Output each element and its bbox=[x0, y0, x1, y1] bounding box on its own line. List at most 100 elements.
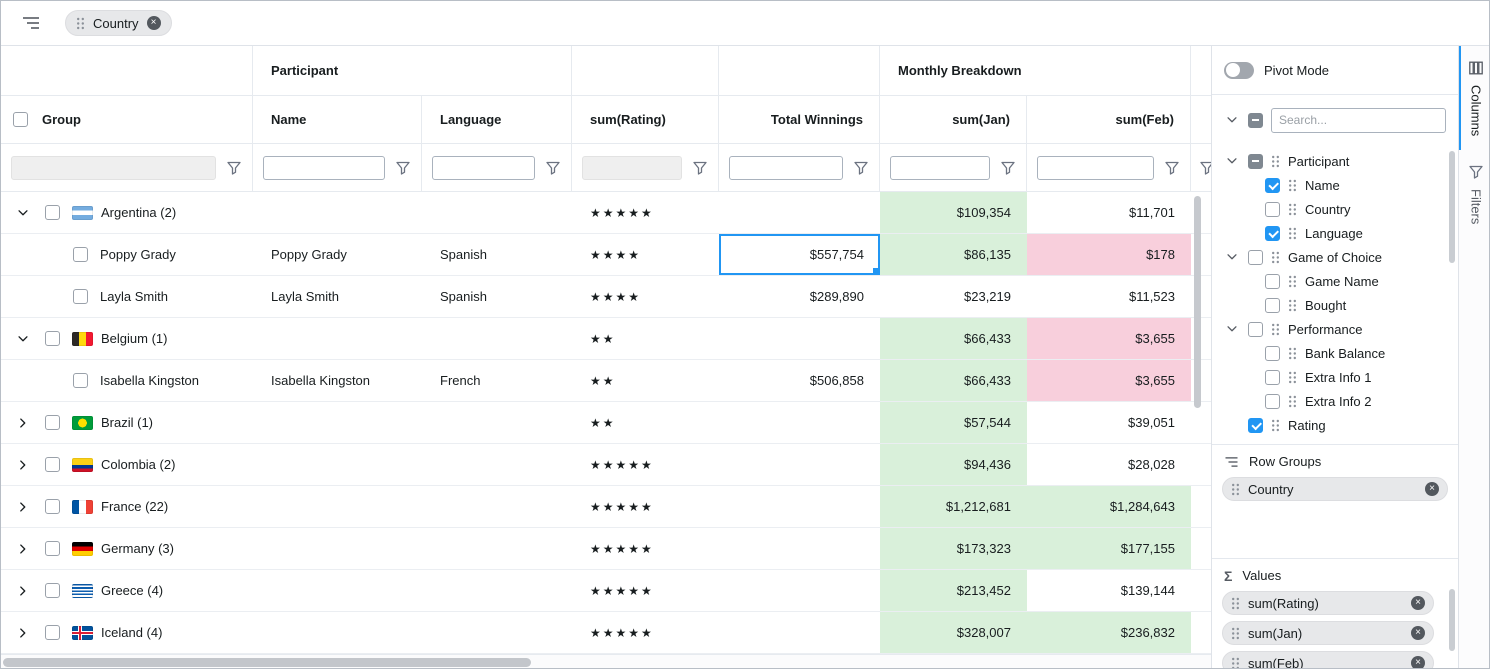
column-item-performance[interactable]: Performance bbox=[1212, 317, 1458, 341]
feb-filter-input[interactable] bbox=[1037, 156, 1154, 180]
column-checkbox[interactable] bbox=[1248, 322, 1263, 337]
row-group-chip[interactable]: Country× bbox=[1222, 477, 1448, 501]
header-sum-rating[interactable]: sum(Rating) bbox=[572, 96, 719, 143]
header-group[interactable]: Group bbox=[1, 96, 253, 143]
column-item-participant[interactable]: Participant bbox=[1212, 149, 1458, 173]
total-winnings-cell[interactable]: $506,858 bbox=[719, 360, 880, 401]
language-cell[interactable] bbox=[422, 192, 572, 233]
table-row[interactable]: Layla SmithLayla SmithSpanish★★★★$289,89… bbox=[1, 276, 1211, 318]
vertical-scrollbar-thumb[interactable] bbox=[1194, 196, 1201, 408]
remove-icon[interactable]: × bbox=[1411, 656, 1425, 669]
name-filter-input[interactable] bbox=[263, 156, 385, 180]
column-item-name[interactable]: Name bbox=[1212, 173, 1458, 197]
name-cell[interactable] bbox=[253, 402, 422, 443]
total-winnings-cell[interactable] bbox=[719, 402, 880, 443]
filter-icon[interactable] bbox=[853, 160, 869, 176]
table-row[interactable]: Greece (4)★★★★★$213,452$139,144 bbox=[1, 570, 1211, 612]
drag-grip-icon[interactable] bbox=[1231, 627, 1240, 640]
total-winnings-cell[interactable] bbox=[719, 192, 880, 233]
name-cell[interactable] bbox=[253, 192, 422, 233]
group-cell[interactable]: Argentina (2) bbox=[1, 192, 253, 233]
sum-feb-cell[interactable]: $3,655 bbox=[1027, 318, 1191, 359]
group-cell[interactable]: Germany (3) bbox=[1, 528, 253, 569]
value-chip[interactable]: sum(Feb)× bbox=[1222, 651, 1434, 669]
sum-jan-cell[interactable]: $94,436 bbox=[880, 444, 1027, 485]
tab-filters[interactable]: Filters bbox=[1459, 150, 1490, 238]
filter-icon[interactable] bbox=[545, 160, 561, 176]
group-cell[interactable]: Brazil (1) bbox=[1, 402, 253, 443]
column-checkbox[interactable] bbox=[1265, 226, 1280, 241]
name-cell[interactable]: Isabella Kingston bbox=[253, 360, 422, 401]
chevron-down-icon[interactable] bbox=[1224, 153, 1240, 169]
sum-jan-cell[interactable]: $213,452 bbox=[880, 570, 1027, 611]
language-cell[interactable] bbox=[422, 444, 572, 485]
row-checkbox[interactable] bbox=[73, 247, 88, 262]
sum-feb-cell[interactable]: $11,523 bbox=[1027, 276, 1191, 317]
total-winnings-cell[interactable] bbox=[719, 444, 880, 485]
horizontal-scrollbar-thumb[interactable] bbox=[3, 658, 531, 667]
select-all-columns-checkbox[interactable] bbox=[1248, 113, 1263, 128]
drag-grip-icon[interactable] bbox=[76, 17, 85, 30]
chevron-down-icon[interactable] bbox=[15, 331, 31, 347]
row-checkbox[interactable] bbox=[45, 415, 60, 430]
group-cell[interactable]: Colombia (2) bbox=[1, 444, 253, 485]
drag-grip-icon[interactable] bbox=[1271, 419, 1280, 432]
rating-stars-cell[interactable]: ★★★★ bbox=[572, 276, 719, 317]
drag-grip-icon[interactable] bbox=[1271, 323, 1280, 336]
row-checkbox[interactable] bbox=[45, 541, 60, 556]
drag-grip-icon[interactable] bbox=[1231, 483, 1240, 496]
column-item-extra-info-2[interactable]: Extra Info 2 bbox=[1212, 389, 1458, 413]
header-language[interactable]: Language bbox=[422, 96, 572, 143]
total-winnings-cell[interactable] bbox=[719, 528, 880, 569]
sum-feb-cell[interactable]: $177,155 bbox=[1027, 528, 1191, 569]
chevron-right-icon[interactable] bbox=[15, 415, 31, 431]
total-winnings-cell[interactable]: $289,890 bbox=[719, 276, 880, 317]
remove-icon[interactable]: × bbox=[1425, 482, 1439, 496]
remove-icon[interactable]: × bbox=[1411, 626, 1425, 640]
column-checkbox[interactable] bbox=[1248, 154, 1263, 169]
row-group-chip-country[interactable]: Country × bbox=[65, 10, 172, 36]
drag-grip-icon[interactable] bbox=[1271, 155, 1280, 168]
header-sum-jan[interactable]: sum(Jan) bbox=[880, 96, 1027, 143]
column-checkbox[interactable] bbox=[1265, 274, 1280, 289]
filter-icon[interactable] bbox=[692, 160, 708, 176]
sum-feb-cell[interactable]: $11,701 bbox=[1027, 192, 1191, 233]
column-item-country[interactable]: Country bbox=[1212, 197, 1458, 221]
drag-grip-icon[interactable] bbox=[1288, 203, 1297, 216]
value-chip[interactable]: sum(Jan)× bbox=[1222, 621, 1434, 645]
language-filter-input[interactable] bbox=[432, 156, 535, 180]
sum-jan-cell[interactable]: $86,135 bbox=[880, 234, 1027, 275]
drag-grip-icon[interactable] bbox=[1288, 347, 1297, 360]
drag-grip-icon[interactable] bbox=[1288, 371, 1297, 384]
rating-stars-cell[interactable]: ★★★★★ bbox=[572, 486, 719, 527]
row-checkbox[interactable] bbox=[45, 625, 60, 640]
group-cell[interactable]: Isabella Kingston bbox=[1, 360, 253, 401]
rating-stars-cell[interactable]: ★★★★★ bbox=[572, 528, 719, 569]
filter-icon[interactable] bbox=[226, 160, 242, 176]
chevron-down-icon[interactable] bbox=[1224, 321, 1240, 337]
chevron-right-icon[interactable] bbox=[15, 583, 31, 599]
rating-stars-cell[interactable]: ★★★★★ bbox=[572, 570, 719, 611]
winnings-filter-input[interactable] bbox=[729, 156, 843, 180]
group-cell[interactable]: Belgium (1) bbox=[1, 318, 253, 359]
rating-stars-cell[interactable]: ★★★★ bbox=[572, 234, 719, 275]
sum-feb-cell[interactable]: $236,832 bbox=[1027, 612, 1191, 653]
table-row[interactable]: Belgium (1)★★$66,433$3,655 bbox=[1, 318, 1211, 360]
column-item-bought[interactable]: Bought bbox=[1212, 293, 1458, 317]
column-checkbox[interactable] bbox=[1265, 202, 1280, 217]
sum-feb-cell[interactable]: $139,144 bbox=[1027, 570, 1191, 611]
filter-icon[interactable] bbox=[1000, 160, 1016, 176]
row-checkbox[interactable] bbox=[73, 373, 88, 388]
name-cell[interactable] bbox=[253, 486, 422, 527]
drag-grip-icon[interactable] bbox=[1231, 597, 1240, 610]
header-name[interactable]: Name bbox=[253, 96, 422, 143]
drag-grip-icon[interactable] bbox=[1271, 251, 1280, 264]
language-cell[interactable]: Spanish bbox=[422, 234, 572, 275]
rating-stars-cell[interactable]: ★★ bbox=[572, 402, 719, 443]
filter-icon[interactable] bbox=[1164, 160, 1180, 176]
name-cell[interactable] bbox=[253, 612, 422, 653]
sum-jan-cell[interactable]: $173,323 bbox=[880, 528, 1027, 569]
sum-jan-cell[interactable]: $1,212,681 bbox=[880, 486, 1027, 527]
column-item-bank-balance[interactable]: Bank Balance bbox=[1212, 341, 1458, 365]
table-row[interactable]: Germany (3) ★★★★★ $173,323$177,155 bbox=[1, 528, 1211, 570]
